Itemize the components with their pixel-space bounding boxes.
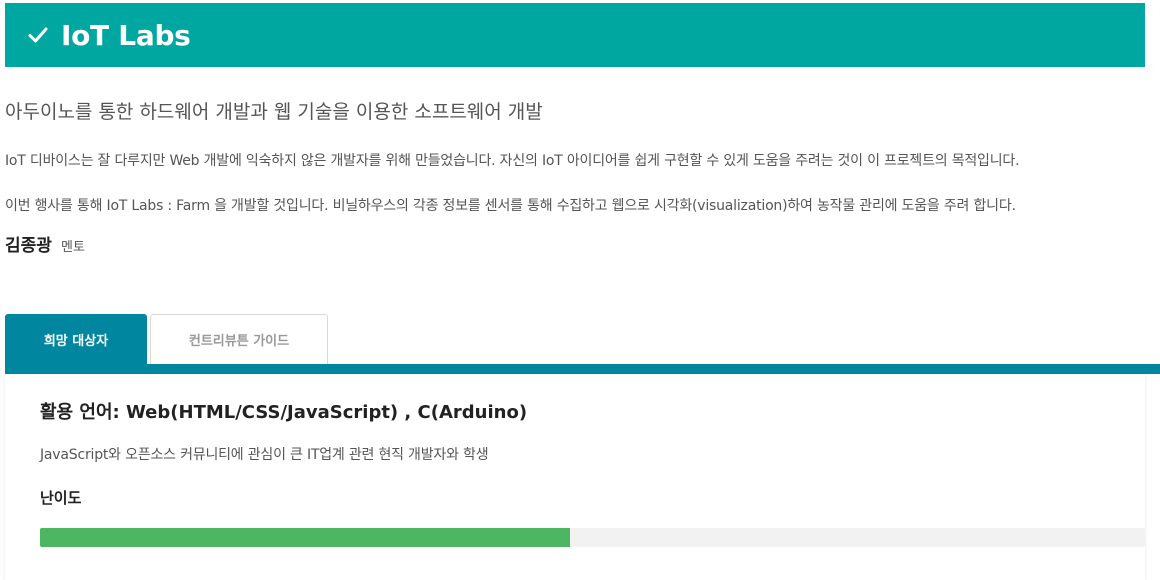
page: IoT Labs 아두이노를 통한 하드웨어 개발과 웹 기술을 이용한 소프트… xyxy=(0,0,1160,580)
languages-heading: 활용 언어: Web(HTML/CSS/JavaScript) , C(Ardu… xyxy=(40,402,528,423)
tab-underline xyxy=(5,364,1160,374)
audience-text: JavaScript와 오픈소스 커뮤니티에 관심이 큰 IT업계 관련 현직 … xyxy=(40,447,489,463)
check-icon xyxy=(27,24,49,46)
difficulty-progress-bar xyxy=(40,528,1145,547)
header-bar: IoT Labs xyxy=(5,3,1145,67)
tab-panel: 활용 언어: Web(HTML/CSS/JavaScript) , C(Ardu… xyxy=(5,374,1145,580)
difficulty-label: 난이도 xyxy=(40,489,82,507)
mentor-info: 김종광 멘토 xyxy=(5,231,85,256)
difficulty-progress-fill xyxy=(40,528,571,547)
project-subtitle: 아두이노를 통한 하드웨어 개발과 웹 기술을 이용한 소프트웨어 개발 xyxy=(5,101,543,123)
tab-target-audience[interactable]: 희망 대상자 xyxy=(5,314,147,364)
description-paragraph: IoT 디바이스는 잘 다루지만 Web 개발에 익숙하지 않은 개발자를 위해… xyxy=(5,153,1020,169)
mentor-name: 김종광 xyxy=(5,236,52,256)
tab-contribution-guide[interactable]: 컨트리뷰튼 가이드 xyxy=(150,314,328,364)
description-paragraph: 이번 행사를 통해 IoT Labs : Farm 을 개발할 것입니다. 비닐… xyxy=(5,198,1016,214)
page-title: IoT Labs xyxy=(61,18,191,52)
mentor-role: 멘토 xyxy=(61,240,85,255)
